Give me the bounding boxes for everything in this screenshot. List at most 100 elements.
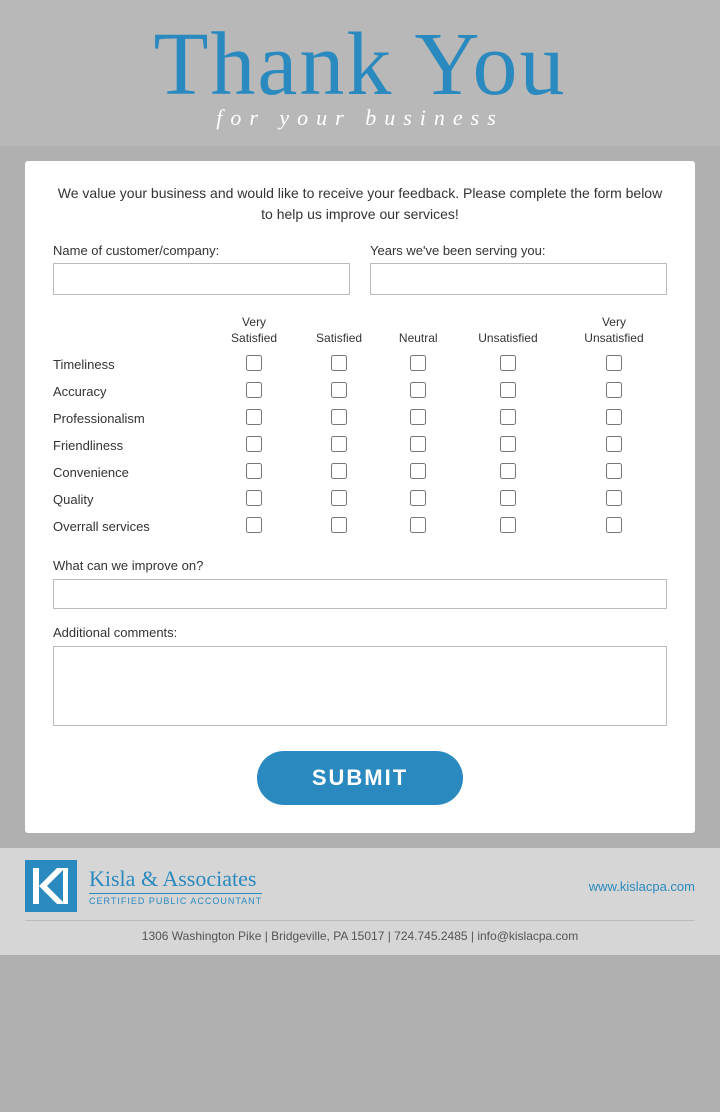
rating-checkbox-5-3[interactable] <box>500 490 516 506</box>
col-header-unsatisfied: Unsatisfied <box>455 315 561 351</box>
row-label-accuracy: Accuracy <box>53 378 212 405</box>
rating-checkbox-3-3[interactable] <box>500 436 516 452</box>
rating-table: VerySatisfied Satisfied Neutral Unsatisf… <box>53 315 667 540</box>
check-cell <box>212 351 297 378</box>
col-header-very-satisfied: VerySatisfied <box>212 315 297 351</box>
footer-address: 1306 Washington Pike | Bridgeville, PA 1… <box>25 920 695 943</box>
years-label: Years we've been serving you: <box>370 243 667 258</box>
rating-checkbox-6-2[interactable] <box>410 517 426 533</box>
col-header-satisfied: Satisfied <box>297 315 382 351</box>
check-cell <box>382 351 455 378</box>
check-cell <box>455 513 561 540</box>
rating-checkbox-3-0[interactable] <box>246 436 262 452</box>
check-cell <box>297 459 382 486</box>
check-cell <box>561 351 667 378</box>
check-cell <box>455 378 561 405</box>
col-header-very-unsatisfied: VeryUnsatisfied <box>561 315 667 351</box>
rating-checkbox-2-3[interactable] <box>500 409 516 425</box>
customer-label: Name of customer/company: <box>53 243 350 258</box>
check-cell <box>297 405 382 432</box>
logo-name: Kisla & Associates <box>89 867 262 891</box>
check-cell <box>212 459 297 486</box>
rating-checkbox-4-2[interactable] <box>410 463 426 479</box>
submit-button[interactable]: SUBMIT <box>257 751 463 805</box>
years-input[interactable] <box>370 263 667 295</box>
check-cell <box>382 486 455 513</box>
check-cell <box>561 378 667 405</box>
rating-checkbox-0-3[interactable] <box>500 355 516 371</box>
check-cell <box>212 378 297 405</box>
rating-checkbox-3-1[interactable] <box>331 436 347 452</box>
row-label-timeliness: Timeliness <box>53 351 212 378</box>
rating-checkbox-1-1[interactable] <box>331 382 347 398</box>
table-row: Friendliness <box>53 432 667 459</box>
check-cell <box>212 486 297 513</box>
table-row: Timeliness <box>53 351 667 378</box>
intro-text: We value your business and would like to… <box>53 183 667 225</box>
rating-checkbox-2-1[interactable] <box>331 409 347 425</box>
footer-website: www.kislacpa.com <box>589 879 695 894</box>
header: Thank You for your business <box>0 0 720 146</box>
check-cell <box>455 351 561 378</box>
rating-checkbox-3-4[interactable] <box>606 436 622 452</box>
check-cell <box>297 513 382 540</box>
submit-area: SUBMIT <box>53 751 667 805</box>
rating-checkbox-2-2[interactable] <box>410 409 426 425</box>
rating-checkbox-6-1[interactable] <box>331 517 347 533</box>
rating-checkbox-6-3[interactable] <box>500 517 516 533</box>
check-cell <box>561 405 667 432</box>
rating-checkbox-5-1[interactable] <box>331 490 347 506</box>
row-label-convenience: Convenience <box>53 459 212 486</box>
rating-checkbox-5-0[interactable] <box>246 490 262 506</box>
check-cell <box>382 459 455 486</box>
check-cell <box>297 351 382 378</box>
rating-checkbox-0-0[interactable] <box>246 355 262 371</box>
table-row: Professionalism <box>53 405 667 432</box>
rating-checkbox-3-2[interactable] <box>410 436 426 452</box>
rating-checkbox-4-0[interactable] <box>246 463 262 479</box>
row-label-quality: Quality <box>53 486 212 513</box>
col-header-neutral: Neutral <box>382 315 455 351</box>
rating-checkbox-5-2[interactable] <box>410 490 426 506</box>
rating-checkbox-0-2[interactable] <box>410 355 426 371</box>
check-cell <box>297 486 382 513</box>
check-cell <box>382 405 455 432</box>
rating-checkbox-0-1[interactable] <box>331 355 347 371</box>
check-cell <box>561 513 667 540</box>
check-cell <box>561 459 667 486</box>
rating-checkbox-6-4[interactable] <box>606 517 622 533</box>
improve-label: What can we improve on? <box>53 558 667 573</box>
logo-text-block: Kisla & Associates Certified Public Acco… <box>89 867 262 906</box>
customer-input[interactable] <box>53 263 350 295</box>
form-card: We value your business and would like to… <box>25 161 695 833</box>
check-cell <box>212 405 297 432</box>
check-cell <box>212 513 297 540</box>
table-row: Overrall services <box>53 513 667 540</box>
rating-checkbox-4-4[interactable] <box>606 463 622 479</box>
check-cell <box>382 513 455 540</box>
subtitle: for your business <box>20 105 700 131</box>
rating-checkbox-2-4[interactable] <box>606 409 622 425</box>
kisla-logo-icon <box>25 860 77 912</box>
row-label-overrall-services: Overrall services <box>53 513 212 540</box>
rating-checkbox-6-0[interactable] <box>246 517 262 533</box>
top-fields-row: Name of customer/company: Years we've be… <box>53 243 667 295</box>
row-label-friendliness: Friendliness <box>53 432 212 459</box>
footer-logo-row: Kisla & Associates Certified Public Acco… <box>25 860 695 912</box>
rating-checkbox-2-0[interactable] <box>246 409 262 425</box>
rating-checkbox-0-4[interactable] <box>606 355 622 371</box>
rating-checkbox-4-3[interactable] <box>500 463 516 479</box>
check-cell <box>455 432 561 459</box>
check-cell <box>382 432 455 459</box>
improve-input[interactable] <box>53 579 667 609</box>
row-label-professionalism: Professionalism <box>53 405 212 432</box>
rating-checkbox-1-3[interactable] <box>500 382 516 398</box>
rating-checkbox-1-4[interactable] <box>606 382 622 398</box>
comments-textarea[interactable] <box>53 646 667 726</box>
check-cell <box>297 378 382 405</box>
rating-checkbox-5-4[interactable] <box>606 490 622 506</box>
col-header-empty <box>53 315 212 351</box>
rating-checkbox-1-2[interactable] <box>410 382 426 398</box>
rating-checkbox-4-1[interactable] <box>331 463 347 479</box>
rating-checkbox-1-0[interactable] <box>246 382 262 398</box>
